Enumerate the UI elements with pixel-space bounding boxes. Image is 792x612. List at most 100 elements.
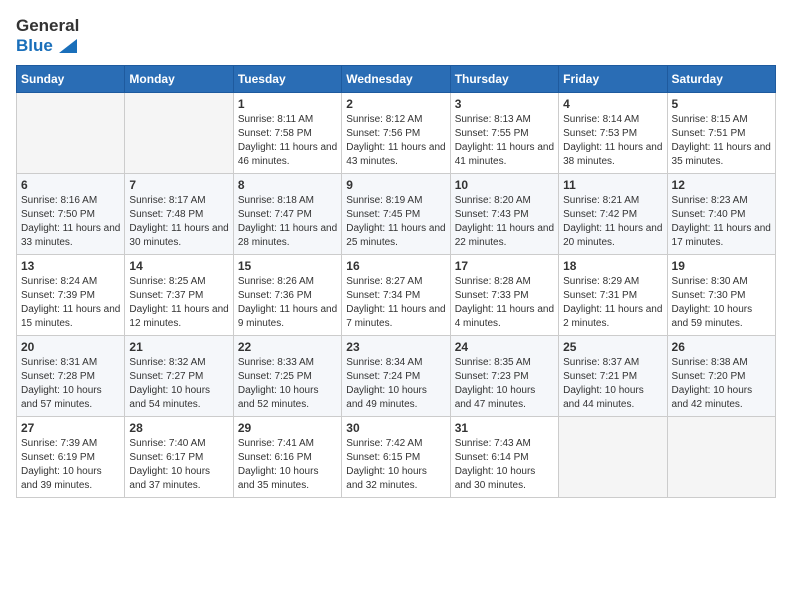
calendar-cell: 11 Sunrise: 8:21 AM Sunset: 7:42 PM Dayli…	[559, 174, 667, 255]
calendar-cell: 30Sunrise: 7:42 AM Sunset: 6:15 PM Dayli…	[342, 417, 450, 498]
day-info: Sunrise: 8:25 AM Sunset: 7:37 PM Dayligh…	[129, 275, 228, 331]
day-info: Sunrise: 8:38 AM Sunset: 7:20 PM Dayligh…	[672, 356, 771, 412]
day-info: Sunrise: 7:43 AM Sunset: 6:14 PM Dayligh…	[455, 437, 554, 493]
calendar-cell: 20 Sunrise: 8:31 AM Sunset: 7:28 PM Dayli…	[17, 336, 125, 417]
day-info: Sunrise: 8:31 AM Sunset: 7:28 PM Dayligh…	[21, 356, 120, 412]
calendar-cell	[125, 93, 233, 174]
calendar-cell: 28 Sunrise: 7:40 AM Sunset: 6:17 PM Dayli…	[125, 417, 233, 498]
calendar-cell: 16 Sunrise: 8:27 AM Sunset: 7:34 PM Dayli…	[342, 255, 450, 336]
day-of-week-header: Wednesday	[342, 66, 450, 93]
calendar-cell: 13Sunrise: 8:24 AM Sunset: 7:39 PM Dayli…	[17, 255, 125, 336]
calendar-cell: 31 Sunrise: 7:43 AM Sunset: 6:14 PM Dayli…	[450, 417, 558, 498]
calendar-week-row: 13Sunrise: 8:24 AM Sunset: 7:39 PM Dayli…	[17, 255, 776, 336]
calendar-cell: 4Sunrise: 8:14 AM Sunset: 7:53 PM Daylig…	[559, 93, 667, 174]
day-number: 5	[672, 97, 771, 111]
calendar-cell: 3 Sunrise: 8:13 AM Sunset: 7:55 PM Daylig…	[450, 93, 558, 174]
calendar-cell: 2Sunrise: 8:12 AM Sunset: 7:56 PM Daylig…	[342, 93, 450, 174]
calendar-cell: 7Sunrise: 8:17 AM Sunset: 7:48 PM Daylig…	[125, 174, 233, 255]
calendar-cell: 24Sunrise: 8:35 AM Sunset: 7:23 PM Dayli…	[450, 336, 558, 417]
day-of-week-header: Thursday	[450, 66, 558, 93]
day-number: 19	[672, 259, 771, 273]
day-info: Sunrise: 8:34 AM Sunset: 7:24 PM Dayligh…	[346, 356, 445, 412]
logo: General Blue	[16, 16, 79, 55]
day-number: 23	[346, 340, 445, 354]
day-info: Sunrise: 8:26 AM Sunset: 7:36 PM Dayligh…	[238, 275, 337, 331]
day-info: Sunrise: 8:16 AM Sunset: 7:50 PM Dayligh…	[21, 194, 120, 250]
day-number: 24	[455, 340, 554, 354]
day-number: 3	[455, 97, 554, 111]
day-info: Sunrise: 8:20 AM Sunset: 7:43 PM Dayligh…	[455, 194, 554, 250]
calendar-cell: 15Sunrise: 8:26 AM Sunset: 7:36 PM Dayli…	[233, 255, 341, 336]
calendar-cell: 18 Sunrise: 8:29 AM Sunset: 7:31 PM Dayli…	[559, 255, 667, 336]
calendar-cell: 19 Sunrise: 8:30 AM Sunset: 7:30 PM Dayli…	[667, 255, 775, 336]
day-number: 26	[672, 340, 771, 354]
day-of-week-header: Sunday	[17, 66, 125, 93]
logo-triangle-icon	[59, 39, 77, 53]
day-number: 20	[21, 340, 120, 354]
calendar-cell: 14 Sunrise: 8:25 AM Sunset: 7:37 PM Dayli…	[125, 255, 233, 336]
page-container: General Blue SundayMondayTuesdayWednesda…	[0, 0, 792, 514]
day-info: Sunrise: 8:29 AM Sunset: 7:31 PM Dayligh…	[563, 275, 662, 331]
calendar-cell: 8Sunrise: 8:18 AM Sunset: 7:47 PM Daylig…	[233, 174, 341, 255]
calendar-week-row: 27Sunrise: 7:39 AM Sunset: 6:19 PM Dayli…	[17, 417, 776, 498]
day-number: 11	[563, 178, 662, 192]
day-number: 25	[563, 340, 662, 354]
calendar-week-row: 6 Sunrise: 8:16 AM Sunset: 7:50 PM Daylig…	[17, 174, 776, 255]
calendar-body: 1Sunrise: 8:11 AM Sunset: 7:58 PM Daylig…	[17, 93, 776, 498]
calendar-cell: 9 Sunrise: 8:19 AM Sunset: 7:45 PM Daylig…	[342, 174, 450, 255]
day-info: Sunrise: 8:30 AM Sunset: 7:30 PM Dayligh…	[672, 275, 771, 331]
day-info: Sunrise: 8:27 AM Sunset: 7:34 PM Dayligh…	[346, 275, 445, 331]
day-number: 9	[346, 178, 445, 192]
day-info: Sunrise: 8:33 AM Sunset: 7:25 PM Dayligh…	[238, 356, 337, 412]
day-info: Sunrise: 8:13 AM Sunset: 7:55 PM Dayligh…	[455, 113, 554, 169]
day-of-week-header: Monday	[125, 66, 233, 93]
calendar-cell: 1Sunrise: 8:11 AM Sunset: 7:58 PM Daylig…	[233, 93, 341, 174]
calendar-cell	[667, 417, 775, 498]
day-info: Sunrise: 8:28 AM Sunset: 7:33 PM Dayligh…	[455, 275, 554, 331]
logo-blue: Blue	[16, 36, 79, 56]
day-info: Sunrise: 7:41 AM Sunset: 6:16 PM Dayligh…	[238, 437, 337, 493]
day-info: Sunrise: 8:11 AM Sunset: 7:58 PM Dayligh…	[238, 113, 337, 169]
day-number: 16	[346, 259, 445, 273]
day-number: 17	[455, 259, 554, 273]
calendar-cell: 10 Sunrise: 8:20 AM Sunset: 7:43 PM Dayli…	[450, 174, 558, 255]
calendar-cell: 22 Sunrise: 8:33 AM Sunset: 7:25 PM Dayli…	[233, 336, 341, 417]
day-info: Sunrise: 8:12 AM Sunset: 7:56 PM Dayligh…	[346, 113, 445, 169]
day-number: 14	[129, 259, 228, 273]
day-number: 30	[346, 421, 445, 435]
day-info: Sunrise: 8:23 AM Sunset: 7:40 PM Dayligh…	[672, 194, 771, 250]
day-of-week-header: Friday	[559, 66, 667, 93]
day-info: Sunrise: 8:37 AM Sunset: 7:21 PM Dayligh…	[563, 356, 662, 412]
day-number: 12	[672, 178, 771, 192]
day-of-week-header: Tuesday	[233, 66, 341, 93]
day-number: 18	[563, 259, 662, 273]
day-number: 22	[238, 340, 337, 354]
calendar-cell: 12 Sunrise: 8:23 AM Sunset: 7:40 PM Dayli…	[667, 174, 775, 255]
day-number: 6	[21, 178, 120, 192]
day-info: Sunrise: 7:39 AM Sunset: 6:19 PM Dayligh…	[21, 437, 120, 493]
day-info: Sunrise: 8:19 AM Sunset: 7:45 PM Dayligh…	[346, 194, 445, 250]
day-info: Sunrise: 8:14 AM Sunset: 7:53 PM Dayligh…	[563, 113, 662, 169]
day-info: Sunrise: 7:40 AM Sunset: 6:17 PM Dayligh…	[129, 437, 228, 493]
calendar-cell: 23 Sunrise: 8:34 AM Sunset: 7:24 PM Dayli…	[342, 336, 450, 417]
calendar-cell: 21Sunrise: 8:32 AM Sunset: 7:27 PM Dayli…	[125, 336, 233, 417]
day-number: 10	[455, 178, 554, 192]
day-of-week-header: Saturday	[667, 66, 775, 93]
day-info: Sunrise: 8:21 AM Sunset: 7:42 PM Dayligh…	[563, 194, 662, 250]
calendar-cell	[17, 93, 125, 174]
logo-general: General	[16, 16, 79, 36]
calendar-cell: 5 Sunrise: 8:15 AM Sunset: 7:51 PM Daylig…	[667, 93, 775, 174]
calendar-header-row: SundayMondayTuesdayWednesdayThursdayFrid…	[17, 66, 776, 93]
day-number: 31	[455, 421, 554, 435]
day-info: Sunrise: 8:32 AM Sunset: 7:27 PM Dayligh…	[129, 356, 228, 412]
header: General Blue	[16, 16, 776, 55]
day-number: 29	[238, 421, 337, 435]
day-number: 28	[129, 421, 228, 435]
calendar-cell: 26 Sunrise: 8:38 AM Sunset: 7:20 PM Dayli…	[667, 336, 775, 417]
calendar-cell: 25 Sunrise: 8:37 AM Sunset: 7:21 PM Dayli…	[559, 336, 667, 417]
calendar-cell	[559, 417, 667, 498]
calendar-cell: 6 Sunrise: 8:16 AM Sunset: 7:50 PM Daylig…	[17, 174, 125, 255]
day-info: Sunrise: 8:15 AM Sunset: 7:51 PM Dayligh…	[672, 113, 771, 169]
day-info: Sunrise: 8:24 AM Sunset: 7:39 PM Dayligh…	[21, 275, 120, 331]
calendar-week-row: 1Sunrise: 8:11 AM Sunset: 7:58 PM Daylig…	[17, 93, 776, 174]
